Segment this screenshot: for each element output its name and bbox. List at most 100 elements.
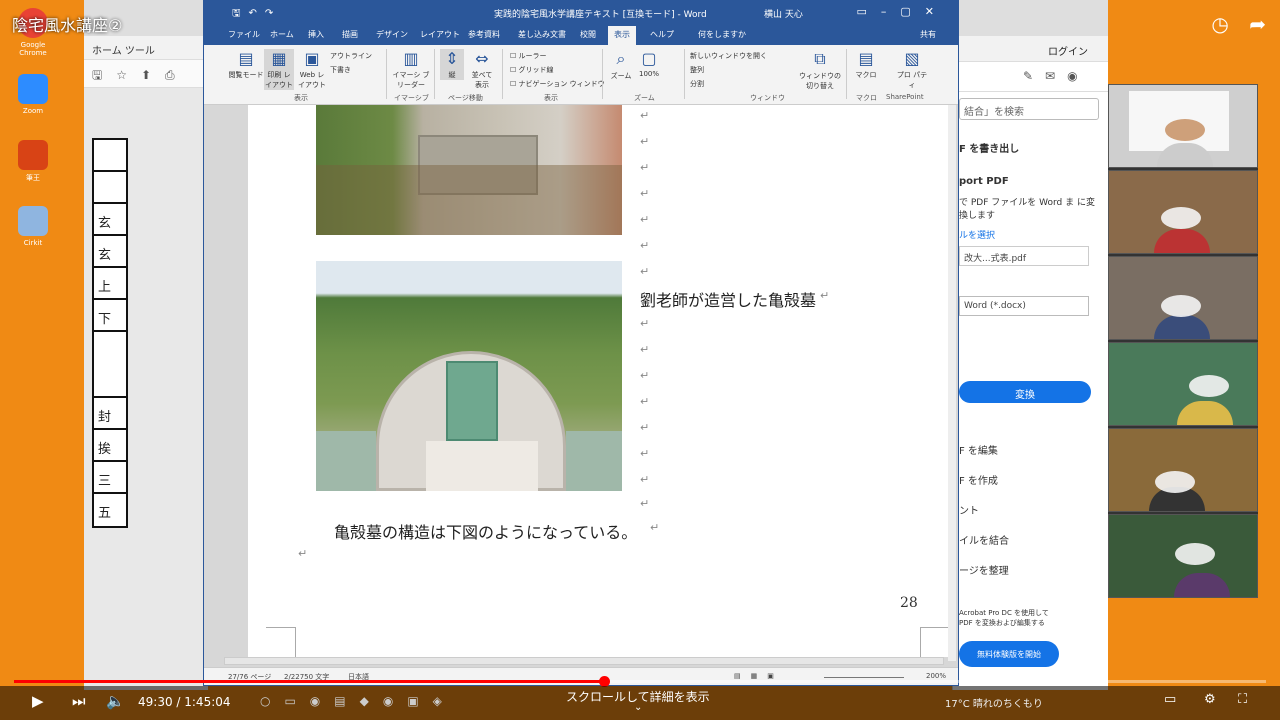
volume-icon[interactable]: 🔈 (106, 692, 125, 710)
format-select[interactable]: Word (*.docx) (959, 296, 1089, 316)
navigation-pane-checkbox[interactable]: ☐ ナビゲーション ウィンドウ (510, 79, 605, 89)
tab-review[interactable]: 校閲 (580, 29, 596, 40)
read-mode-button[interactable]: ▤ 閲覧モード (228, 49, 264, 80)
document-page[interactable]: ↵ ↵ ↵ ↵ ↵ ↵ ↵ 劉老師が造営した亀殻墓 ↵ ↵ ↵ ↵ ↵ ↵ ↵ … (248, 105, 950, 657)
tool-menu-item[interactable]: F を作成 (959, 472, 998, 487)
side-by-side-button[interactable]: ⇔ 並べて 表示 (468, 49, 496, 90)
video-title: 陰宅風水講座② (12, 16, 123, 35)
participant-tile[interactable] (1108, 428, 1258, 512)
tab-file[interactable]: ファイル (228, 29, 260, 40)
paragraph-mark: ↵ (640, 109, 650, 122)
acrobat-toolbar[interactable]: 🖫☆⬆⎙ (84, 60, 207, 88)
play-icon[interactable]: ▶ (32, 692, 44, 710)
weather-tray[interactable]: 17°C 晴れのちくもり (945, 695, 1043, 710)
body-paragraph[interactable]: 亀殻墓の構造は下図のようになっている。 (334, 519, 637, 543)
photo-caption[interactable]: 劉老師が造営した亀殻墓 (640, 287, 816, 311)
tool-menu-item[interactable]: イルを結合 (959, 532, 1009, 547)
view-buttons[interactable]: ▤▦▣ (734, 672, 784, 680)
tell-me-search[interactable]: 何をしますか (698, 29, 746, 40)
acrobat-menu[interactable]: ホーム ツール (84, 36, 207, 60)
participant-face (1161, 295, 1201, 317)
web-layout-button[interactable]: ▣ Web レイアウト (298, 49, 326, 90)
zoom-icon (18, 74, 48, 104)
video-progress-bar[interactable] (14, 676, 1266, 687)
arrange-all-button[interactable]: 整列 (690, 65, 704, 75)
immersive-reader-button[interactable]: ▥ イマーシ ブリーダー (392, 49, 430, 90)
participant-face (1175, 543, 1215, 565)
tool-search-input[interactable]: 結合」を検索 (959, 98, 1099, 120)
properties-icon: ▧ (904, 49, 920, 68)
share-icon[interactable]: ➦ (1249, 12, 1266, 36)
zoom-100-icon: ▢ (641, 49, 657, 68)
next-icon[interactable]: ⏭ (72, 692, 86, 710)
tab-insert[interactable]: 挿入 (308, 29, 324, 40)
grave-photo-1 (316, 105, 622, 235)
desktop-icon-fudeoh[interactable]: 筆王 (8, 140, 58, 183)
paragraph-mark: ↵ (820, 289, 830, 302)
tab-mailings[interactable]: 差し込み文書 (518, 29, 566, 40)
paragraph-mark: ↵ (640, 497, 650, 510)
table-cell: 下 (94, 300, 126, 332)
convert-button[interactable]: 変換 (959, 381, 1091, 403)
gridlines-checkbox[interactable]: ☐ グリッド線 (510, 65, 554, 75)
export-pdf-subtitle: port PDF (959, 176, 1009, 187)
zoom-level[interactable]: 200% (926, 672, 946, 680)
tool-menu-item[interactable]: ージを整理 (959, 562, 1009, 577)
split-button[interactable]: 分割 (690, 79, 704, 89)
tab-view[interactable]: 表示 (608, 26, 636, 45)
selected-file[interactable]: 改大...式表.pdf (959, 246, 1089, 266)
acrobat-right-tools[interactable]: ✎✉◉ (953, 62, 1108, 92)
desktop-icon-cirkit[interactable]: Cirkit (8, 206, 58, 247)
tab-layout[interactable]: レイアウト (420, 29, 460, 40)
document-canvas[interactable]: ↵ ↵ ↵ ↵ ↵ ↵ ↵ 劉老師が造営した亀殻墓 ↵ ↵ ↵ ↵ ↵ ↵ ↵ … (204, 105, 958, 667)
quick-access-toolbar[interactable]: 🖫↶↷ (232, 6, 281, 23)
group-label: SharePoint (886, 93, 924, 101)
paragraph-mark: ↵ (640, 421, 650, 434)
zoom-button[interactable]: ⌕ ズーム (608, 49, 634, 81)
tab-home[interactable]: ホーム (270, 29, 294, 40)
vertical-scrollbar[interactable] (948, 105, 956, 661)
login-link[interactable]: ログイン (953, 36, 1108, 62)
select-file-link[interactable]: ルを選択 (959, 228, 995, 241)
switch-windows-button[interactable]: ⧉ ウィンドウの 切り替え (798, 49, 842, 91)
start-trial-button[interactable]: 無料体験版を開始 (959, 641, 1059, 667)
participant-tile[interactable] (1108, 342, 1258, 426)
pdf-table: 玄 玄 上 下 封 挨 三 五 (92, 138, 128, 528)
settings-icon[interactable]: ⚙ (1204, 692, 1216, 707)
new-window-button[interactable]: 新しいウィンドウを開く (690, 51, 767, 61)
horizontal-scrollbar[interactable] (224, 657, 944, 665)
tab-references[interactable]: 参考資料 (468, 29, 500, 40)
group-label: ページ移動 (448, 94, 483, 102)
outline-button[interactable]: アウトライン (330, 51, 372, 61)
participant-face (1161, 207, 1201, 229)
participant-tile[interactable] (1108, 170, 1258, 254)
window-controls[interactable]: ▭–▢✕ (856, 5, 948, 18)
properties-button[interactable]: ▧ プロ パティ (894, 49, 930, 90)
fullscreen-icon[interactable]: ⛶ (1238, 692, 1247, 707)
word-user[interactable]: 横山 天心 (764, 7, 803, 20)
tab-help[interactable]: ヘルプ (650, 29, 674, 40)
tool-menu-item[interactable]: ント (959, 502, 979, 517)
desktop-icon-zoom[interactable]: Zoom (8, 74, 58, 115)
macros-button[interactable]: ▤ マクロ (852, 49, 880, 80)
participant-tile[interactable] (1108, 514, 1258, 598)
share-button[interactable]: 共有 (920, 29, 936, 40)
subtitles-icon[interactable]: ▭ (1164, 692, 1176, 707)
participant-tile[interactable] (1108, 256, 1258, 340)
participant-body (1154, 315, 1210, 339)
group-label: ウィンドウ (750, 94, 785, 102)
ruler-checkbox[interactable]: ☐ ルーラー (510, 51, 547, 61)
vertical-button[interactable]: ⇕ 縦 (440, 49, 464, 80)
tool-menu-item[interactable]: F を編集 (959, 442, 998, 457)
export-pdf-heading[interactable]: F を書き出し (959, 140, 1019, 155)
watch-later-icon[interactable]: ◷ (1211, 12, 1228, 36)
zoom-100-button[interactable]: ▢ 100% (636, 49, 662, 78)
zoom-slider[interactable] (824, 677, 904, 678)
participant-tile[interactable] (1108, 84, 1258, 168)
tomb-wing-left (316, 431, 376, 491)
draft-button[interactable]: 下書き (330, 65, 351, 75)
tab-design[interactable]: デザイン (376, 29, 408, 40)
print-layout-button[interactable]: ▦ 印刷 レイアウト (264, 49, 294, 90)
chevron-down-icon[interactable]: ⌄ (634, 702, 642, 713)
tab-draw[interactable]: 描画 (342, 29, 358, 40)
